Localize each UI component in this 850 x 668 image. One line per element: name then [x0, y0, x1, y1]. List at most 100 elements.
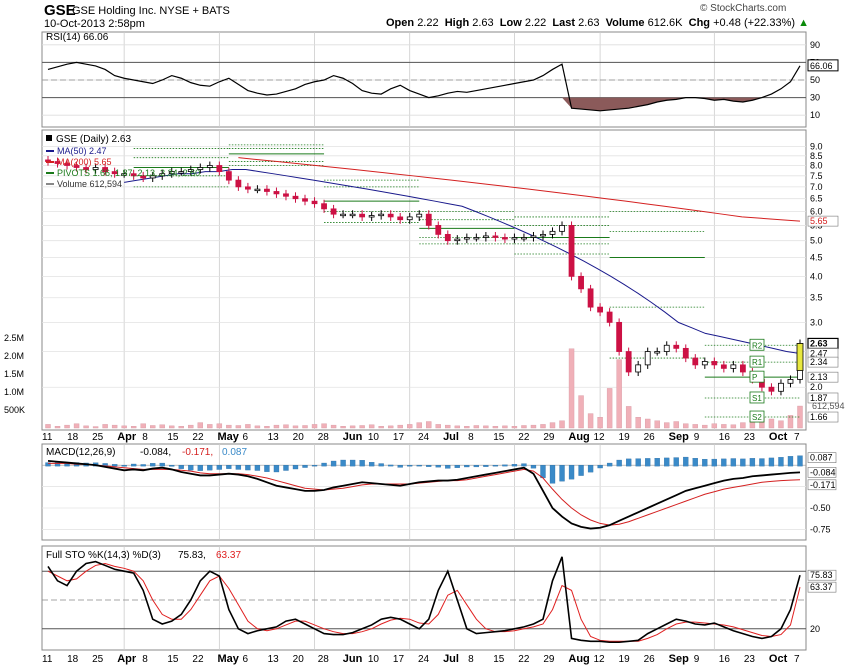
volume-bar [426, 421, 432, 429]
macd-hist-value: 0.087 [222, 447, 247, 458]
volume-bar [235, 425, 242, 429]
x-tick-label: 24 [418, 432, 430, 443]
candle-body [768, 386, 775, 392]
volume-bar [578, 395, 584, 429]
macd-histogram-bar [216, 464, 222, 470]
candle-body [568, 225, 575, 277]
x-tick-label: 26 [644, 654, 656, 665]
candle-body [273, 191, 280, 195]
volume-bar [130, 426, 137, 429]
macd-histogram-bar [740, 458, 746, 467]
macd-histogram-bar [787, 456, 794, 467]
volume-bar [464, 426, 470, 429]
volume-bar [178, 426, 184, 429]
volume-bar [730, 424, 737, 429]
x-tick-label: Aug [568, 653, 589, 665]
x-tick-label: 6 [243, 654, 249, 665]
volume-bar [359, 425, 365, 429]
price-tag: 5.65 [810, 216, 828, 226]
candle-body [663, 344, 670, 352]
macd-tag: -0.171 [810, 480, 836, 490]
macd-histogram-bar [568, 464, 575, 480]
volume-bar [64, 424, 70, 429]
volume-bar [454, 425, 461, 429]
x-tick-label: 28 [318, 654, 330, 665]
macd-histogram-bar [664, 457, 670, 467]
candle-body [492, 235, 499, 238]
macd-histogram-bar [340, 459, 346, 467]
price-tick-label: 6.0 [810, 207, 823, 217]
price-tick-label: 5.0 [810, 236, 823, 246]
price-tick-label: 4.0 [810, 271, 823, 281]
x-tick-label: Jul [443, 653, 459, 665]
volume-bar [445, 424, 451, 429]
candle-body [720, 364, 727, 369]
price-title: GSE (Daily) 2.63 [56, 134, 131, 145]
macd-histogram-bar [111, 464, 118, 467]
price-tick-label: 3.0 [810, 317, 823, 327]
volume-tick-label: 500K [4, 405, 25, 415]
candle-body [302, 198, 308, 202]
x-tick-label: 15 [167, 432, 179, 443]
x-tick-label: Jun [343, 653, 363, 665]
x-tick-label: 9 [694, 432, 700, 443]
macd-histogram-bar [626, 458, 632, 467]
macd-histogram-bar [578, 464, 584, 476]
volume-bar [625, 406, 632, 429]
x-tick-label: 29 [543, 654, 555, 665]
macd-tag: 0.087 [810, 453, 833, 463]
rsi-tick-label: 10 [810, 110, 820, 120]
macd-histogram-bar [302, 464, 308, 468]
last-candle-highlight [796, 343, 804, 371]
volume-bar [673, 421, 679, 429]
sto-tick-label: 20 [810, 624, 820, 634]
x-tick-label: 28 [318, 432, 330, 443]
price-tick-label: 6.5 [810, 194, 823, 204]
volume-bar [140, 423, 146, 429]
x-tick-label: 15 [167, 654, 179, 665]
volume-bar [54, 426, 61, 429]
x-tick-label: 20 [293, 654, 305, 665]
candle-body [378, 213, 385, 217]
legend-entry: MA(50) 2.47 [57, 146, 107, 156]
x-tick-label: Apr [117, 431, 137, 443]
legend-entry: Volume 612,594 [57, 179, 122, 189]
macd-histogram-bar [140, 464, 146, 467]
candle-body [216, 165, 223, 173]
pivot-label: S1 [752, 394, 762, 403]
candle-body [206, 165, 213, 168]
volume-bar [311, 424, 318, 429]
x-tick-label: 16 [719, 654, 731, 665]
x-tick-label: 23 [744, 432, 756, 443]
macd-histogram-bar [702, 458, 708, 467]
candle-body [578, 275, 584, 290]
x-tick-label: 12 [593, 432, 605, 443]
legend-entry: MA(200) 5.65 [57, 157, 112, 167]
x-tick-label: 8 [468, 654, 474, 665]
x-tick-label: 11 [42, 432, 53, 443]
candle-body [225, 171, 232, 181]
macd-histogram-bar [368, 462, 375, 467]
price-tick-label: 7.5 [810, 171, 823, 181]
candle-body [701, 361, 708, 366]
macd-histogram-bar [150, 463, 156, 467]
volume-bar [654, 420, 660, 429]
volume-bar [245, 424, 251, 429]
volume-bar [273, 424, 280, 429]
pivot-label: R2 [752, 341, 763, 350]
candle-body [340, 213, 346, 217]
macd-histogram-bar [464, 464, 470, 468]
price-tick-label: 7.0 [810, 182, 823, 192]
legend-price-swatch [46, 135, 52, 141]
macd-histogram-bar [511, 464, 518, 467]
sto-panel [41, 545, 807, 651]
volume-bar [397, 424, 403, 429]
x-tick-label: 25 [92, 654, 104, 665]
volume-bar [111, 424, 118, 429]
x-tick-label: 29 [543, 432, 555, 443]
x-tick-label: 24 [418, 654, 430, 665]
price-tag: 2.13 [810, 372, 828, 382]
volume-bar [606, 388, 613, 429]
sto-title: Full STO %K(14,3) %D(3) [46, 550, 161, 561]
candle-body [787, 379, 794, 384]
